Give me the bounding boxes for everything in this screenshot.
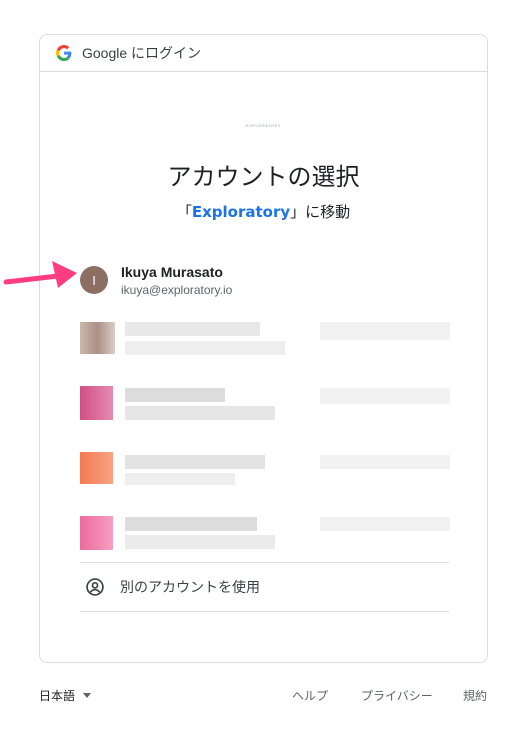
annotation-arrow-icon <box>3 261 77 288</box>
language-select[interactable]: 日本語 <box>39 687 92 704</box>
blurred-text <box>125 517 257 531</box>
use-another-account-button[interactable]: 別のアカウントを使用 <box>80 563 449 611</box>
blurred-text <box>125 535 275 549</box>
blurred-avatar <box>80 322 115 354</box>
subtitle-open: 「 <box>176 203 192 221</box>
blurred-text <box>320 388 450 404</box>
use-another-account-label: 別のアカウントを使用 <box>120 580 260 596</box>
account-email: ikuya@exploratory.io <box>121 282 233 297</box>
blurred-text <box>125 388 225 402</box>
divider <box>80 611 449 612</box>
privacy-link[interactable]: プライバシー <box>361 687 433 704</box>
blurred-text <box>320 455 450 469</box>
app-logo-text: EXPLORATORY <box>245 123 282 128</box>
blurred-text <box>320 517 450 531</box>
avatar: I <box>80 266 108 294</box>
help-link[interactable]: ヘルプ <box>292 687 328 704</box>
blurred-text <box>125 473 235 485</box>
blurred-text <box>125 406 275 420</box>
language-label: 日本語 <box>39 689 76 703</box>
blurred-avatar <box>80 516 113 550</box>
blurred-text <box>125 455 265 469</box>
subtitle-close: 」に移動 <box>290 203 351 221</box>
app-name-link[interactable]: Exploratory <box>192 203 290 221</box>
header-title: Google にログイン <box>82 45 202 61</box>
terms-link[interactable]: 規約 <box>463 687 487 704</box>
footer: 日本語 ヘルプ プライバシー 規約 <box>0 684 529 708</box>
account-text: Ikuya Murasato ikuya@exploratory.io <box>121 264 232 297</box>
account-item[interactable]: I Ikuya Murasato ikuya@exploratory.io <box>80 255 450 305</box>
account-name: Ikuya Murasato <box>121 263 223 280</box>
account-circle-icon <box>86 578 104 596</box>
blurred-avatar <box>80 386 113 420</box>
blurred-text <box>125 341 285 355</box>
caret-down-icon <box>83 693 92 698</box>
blurred-avatar <box>80 452 113 484</box>
blurred-text <box>320 322 450 340</box>
google-logo-icon <box>56 45 72 61</box>
blurred-text <box>125 322 260 336</box>
card-header: Google にログイン <box>40 35 487 72</box>
signin-card: Google にログイン EXPLORATORY アカウントの選択 「Explo… <box>39 34 488 663</box>
subtitle: 「Exploratory」に移動 <box>40 201 487 222</box>
page-title: アカウントの選択 <box>167 163 360 191</box>
